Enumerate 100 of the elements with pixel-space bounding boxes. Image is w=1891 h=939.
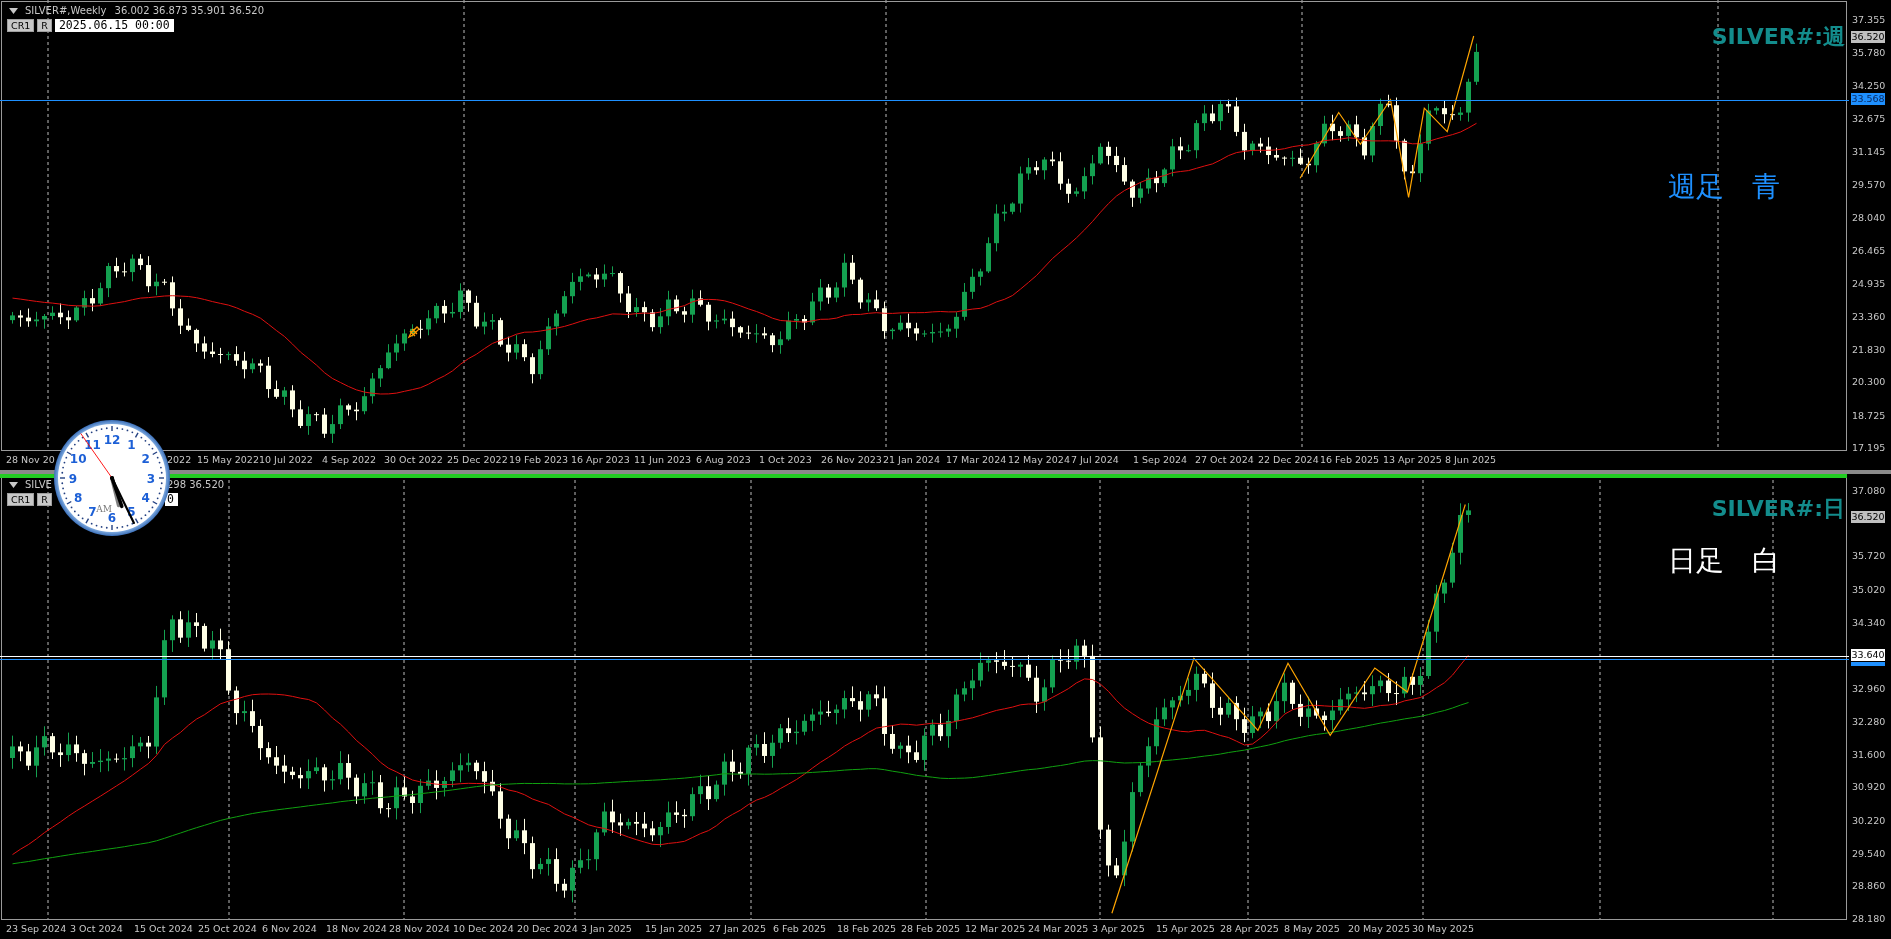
price-tick: 23.360: [1852, 310, 1886, 324]
symbol-label: SILVE: [25, 479, 52, 490]
dropdown-icon[interactable]: [9, 7, 18, 14]
price-tick: 34.340: [1852, 616, 1886, 630]
date-label: 8 May 2025: [1284, 923, 1340, 934]
date-label: 15 Apr 2025: [1156, 923, 1215, 934]
date-label: 27 Oct 2024: [1195, 454, 1254, 465]
clock-numeral: 10: [69, 452, 87, 466]
clock-period: AM: [96, 504, 112, 514]
date-field[interactable]: 2025.06.15 00:00: [54, 19, 174, 32]
date-label: 3 Apr 2025: [1092, 923, 1145, 934]
price-tick: 31.600: [1852, 748, 1886, 762]
price-tick: 21.830: [1852, 343, 1886, 357]
price-tick: 30.220: [1852, 814, 1886, 828]
price-tick: 30.920: [1852, 780, 1886, 794]
clock-numeral: 4: [141, 491, 150, 505]
price-tick: 32.675: [1852, 112, 1886, 126]
date-label: 22 Dec 2024: [1258, 454, 1319, 465]
clock-numeral: 8: [74, 491, 83, 505]
date-label: 3 Oct 2024: [70, 923, 123, 934]
date-label: 15 Jan 2025: [645, 923, 702, 934]
symbol-title: SILVER#:週: [1711, 23, 1845, 51]
date-label: 11 Jun 2023: [634, 454, 692, 465]
price-tick: 24.935: [1852, 277, 1886, 291]
price-tick: 34.250: [1852, 79, 1886, 93]
clock-numeral: 1: [127, 437, 136, 452]
price-tick: 32.280: [1852, 715, 1886, 729]
date-label: 15 Oct 2024: [134, 923, 193, 934]
ohlc-values: 36.002 36.873 35.901 36.520: [114, 5, 265, 16]
symbol-label: SILVER#,Weekly: [25, 5, 107, 16]
date-label: 8 Jun 2025: [1445, 454, 1497, 465]
timeframe-note: 日足 白: [1668, 543, 1780, 579]
bid-price-label: 36.520: [1851, 511, 1885, 523]
price-tick: 28.040: [1852, 211, 1886, 225]
dropdown-icon[interactable]: [9, 481, 18, 488]
date-label: 24 Mar 2025: [1028, 923, 1089, 934]
date-label: 16 Feb 2025: [1320, 454, 1380, 465]
timeframe-note: 週足 青: [1668, 169, 1780, 205]
price-tick: 35.720: [1852, 549, 1886, 563]
date-label: 20 Dec 2024: [517, 923, 578, 934]
price-tick: 29.570: [1852, 178, 1886, 192]
date-label: 30 May 2025: [1412, 923, 1474, 934]
price-line-tag: [1851, 662, 1885, 666]
clock-numeral: 3: [146, 471, 156, 486]
price-tick: 28.180: [1852, 912, 1886, 926]
price-tick: 29.540: [1852, 847, 1886, 861]
clock-numeral: 9: [68, 471, 78, 486]
date-label: 18 Feb 2025: [837, 923, 897, 934]
date-label: 1 Oct 2023: [759, 454, 812, 465]
price-tick: 37.080: [1852, 484, 1886, 498]
price-tick: 37.355: [1852, 13, 1886, 27]
date-label: 17 Mar 2024: [946, 454, 1007, 465]
date-label: 4 Sep 2022: [322, 454, 377, 465]
date-label: 23 Sep 2024: [6, 923, 67, 934]
date-label: 20 May 2025: [1348, 923, 1410, 934]
pencil-icon: [408, 326, 420, 338]
date-label: 6 Feb 2025: [773, 923, 827, 934]
date-label: 15 May 2022: [197, 454, 259, 465]
date-label: 6 Aug 2023: [696, 454, 751, 465]
date-label: 28 Feb 2025: [901, 923, 961, 934]
date-label: 12 May 2024: [1008, 454, 1070, 465]
clock-numeral: 2: [141, 452, 150, 466]
date-label: 30 Oct 2022: [384, 454, 443, 465]
chart-button[interactable]: CR1: [7, 493, 35, 506]
date-label: 19 Feb 2023: [509, 454, 569, 465]
date-label: 16 Apr 2023: [571, 454, 630, 465]
date-label: 2022: [167, 454, 192, 465]
date-label: 10 Jul 2022: [259, 454, 313, 465]
price-tick: 26.465: [1852, 244, 1886, 258]
symbol-title: SILVER#:日: [1711, 495, 1845, 523]
price-tick: 28.860: [1852, 879, 1886, 893]
date-label: 6 Nov 2024: [262, 923, 317, 934]
price-line-label: 33.568: [1851, 93, 1885, 105]
date-label: 27 Jan 2025: [709, 923, 766, 934]
date-label: 28 Apr 2025: [1220, 923, 1279, 934]
bid-price-label: 36.520: [1851, 31, 1885, 43]
price-tick: 32.960: [1852, 682, 1886, 696]
clock-numeral: 12: [103, 432, 121, 447]
clock-numeral: 7: [88, 505, 97, 520]
date-label: 10 Dec 2024: [453, 923, 514, 934]
price-tick: 20.300: [1852, 375, 1886, 389]
date-label: 18 Nov 2024: [326, 923, 387, 934]
date-label: 28 Nov 20: [6, 454, 55, 465]
date-label: 26 Nov 2023: [821, 454, 882, 465]
date-label: 25 Oct 2024: [198, 923, 257, 934]
price-tick: 35.780: [1852, 46, 1886, 60]
price-tick: 35.020: [1852, 583, 1886, 597]
chart-button[interactable]: R: [37, 493, 52, 506]
date-label: 3 Jan 2025: [581, 923, 632, 934]
chart-button[interactable]: CR1: [7, 19, 35, 32]
date-label: 13 Apr 2025: [1383, 454, 1442, 465]
price-tick: 18.725: [1852, 409, 1886, 423]
date-label: 28 Nov 2024: [389, 923, 450, 934]
price-tick: 31.145: [1852, 145, 1886, 159]
price-tick: 17.195: [1852, 441, 1886, 455]
chart-button[interactable]: R: [37, 19, 52, 32]
date-label: 25 Dec 2022: [447, 454, 508, 465]
date-label: 12 Mar 2025: [965, 923, 1026, 934]
date-label: 21 Jan 2024: [883, 454, 940, 465]
date-label: 7 Jul 2024: [1071, 454, 1119, 465]
